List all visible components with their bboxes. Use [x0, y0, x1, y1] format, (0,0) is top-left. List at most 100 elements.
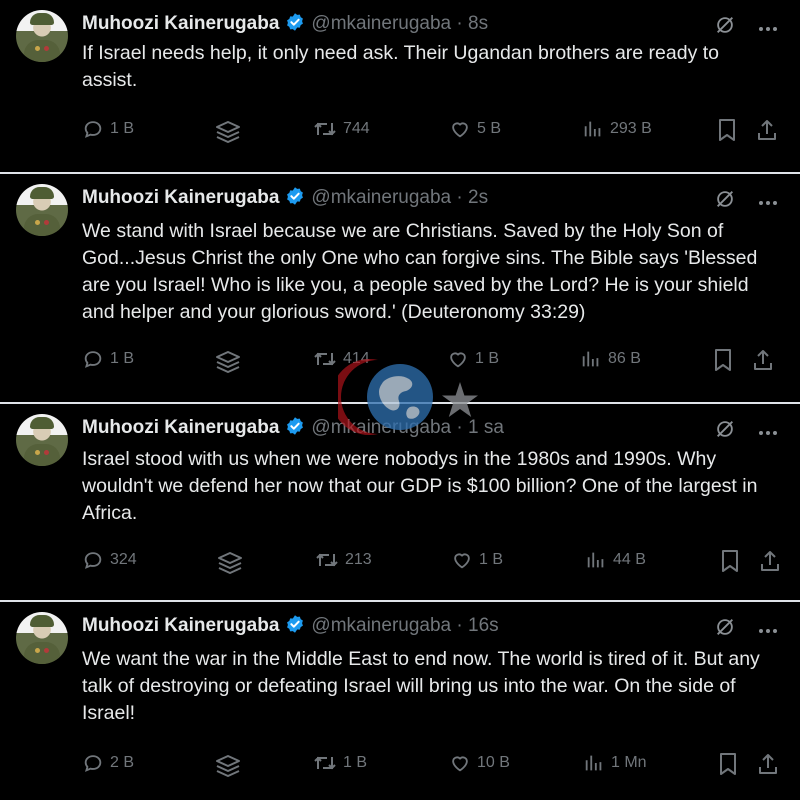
author-name[interactable]: Muhoozi Kainerugaba	[82, 417, 279, 438]
layers-icon	[214, 752, 242, 780]
retweet-button[interactable]: 213	[315, 549, 372, 571]
layers-button[interactable]	[214, 118, 242, 146]
author-name[interactable]: Muhoozi Kainerugaba	[82, 615, 279, 636]
action-bar: 1 B 414 1 B 86 B	[0, 348, 800, 378]
action-bar: 2 B 1 B 10 B 1 Mn	[0, 752, 800, 782]
avatar[interactable]	[16, 612, 68, 664]
views-button[interactable]: 293 B	[582, 118, 652, 140]
reply-count: 2 B	[110, 754, 135, 771]
bookmark-icon	[719, 549, 741, 573]
reply-icon	[82, 348, 104, 370]
retweet-icon	[313, 118, 337, 140]
retweet-icon	[313, 752, 337, 774]
like-icon	[449, 752, 471, 774]
reply-button[interactable]: 324	[82, 549, 137, 571]
author-name[interactable]: Muhoozi Kainerugaba	[82, 187, 279, 208]
like-count: 5 B	[477, 120, 502, 137]
views-icon	[583, 752, 605, 774]
views-count: 293 B	[610, 120, 652, 137]
author-handle[interactable]: @mkainerugaba	[311, 187, 451, 208]
tweet-header: Muhoozi Kainerugaba @mkainerugaba · 16s	[82, 614, 499, 641]
grok-icon[interactable]	[714, 418, 736, 445]
author-name[interactable]: Muhoozi Kainerugaba	[82, 13, 279, 34]
views-button[interactable]: 86 B	[580, 348, 641, 370]
verified-badge-icon	[285, 416, 305, 443]
more-icon[interactable]	[758, 19, 778, 37]
tweet-header: Muhoozi Kainerugaba @mkainerugaba · 2s	[82, 186, 488, 213]
action-bar: 1 B 744 5 B 293 B	[0, 118, 800, 148]
avatar[interactable]	[16, 414, 68, 466]
layers-button[interactable]	[214, 752, 242, 780]
like-count: 1 B	[479, 551, 504, 568]
author-handle[interactable]: @mkainerugaba	[311, 615, 451, 636]
reply-icon	[82, 118, 104, 140]
more-icon[interactable]	[758, 621, 778, 639]
reply-count: 324	[110, 551, 137, 568]
tweet-header: Muhoozi Kainerugaba @mkainerugaba · 8s	[82, 12, 488, 39]
grok-icon[interactable]	[714, 14, 736, 41]
bookmark-button[interactable]	[712, 348, 734, 372]
tweet-1[interactable]: Muhoozi Kainerugaba @mkainerugaba · 8s If…	[0, 0, 800, 172]
separator-dot: ·	[456, 187, 463, 208]
layers-button[interactable]	[216, 549, 244, 577]
bookmark-icon	[717, 752, 739, 776]
reply-icon	[82, 752, 104, 774]
avatar[interactable]	[16, 184, 68, 236]
more-icon[interactable]	[758, 423, 778, 441]
like-button[interactable]: 1 B	[447, 348, 499, 370]
more-icon[interactable]	[758, 193, 778, 211]
layers-icon	[216, 549, 244, 577]
grok-icon[interactable]	[714, 616, 736, 643]
timestamp[interactable]: 1 sa	[468, 417, 504, 438]
retweet-button[interactable]: 1 B	[313, 752, 367, 774]
timestamp[interactable]: 2s	[468, 187, 488, 208]
retweet-button[interactable]: 414	[313, 348, 370, 370]
like-button[interactable]: 1 B	[451, 549, 503, 571]
like-button[interactable]: 10 B	[449, 752, 510, 774]
retweet-count: 414	[343, 350, 370, 367]
grok-icon[interactable]	[714, 188, 736, 215]
share-button[interactable]	[756, 118, 778, 142]
timestamp[interactable]: 16s	[468, 615, 499, 636]
views-icon	[585, 549, 607, 571]
timestamp[interactable]: 8s	[468, 13, 488, 34]
layers-icon	[214, 118, 242, 146]
retweet-count: 744	[343, 120, 370, 137]
views-button[interactable]: 1 Mn	[583, 752, 647, 774]
reply-button[interactable]: 2 B	[82, 752, 134, 774]
like-count: 10 B	[477, 754, 510, 771]
bookmark-icon	[712, 348, 734, 372]
avatar[interactable]	[16, 10, 68, 62]
share-button[interactable]	[757, 752, 779, 776]
bookmark-button[interactable]	[717, 752, 739, 776]
views-button[interactable]: 44 B	[585, 549, 646, 571]
share-button[interactable]	[759, 549, 781, 573]
author-handle[interactable]: @mkainerugaba	[311, 13, 451, 34]
retweet-button[interactable]: 744	[313, 118, 370, 140]
bookmark-button[interactable]	[719, 549, 741, 573]
tweet-header: Muhoozi Kainerugaba @mkainerugaba · 1 sa	[82, 416, 504, 443]
separator-dot: ·	[456, 615, 463, 636]
layers-button[interactable]	[214, 348, 242, 376]
tweet-3[interactable]: Muhoozi Kainerugaba @mkainerugaba · 1 sa …	[0, 404, 800, 600]
share-icon	[752, 348, 774, 372]
reply-button[interactable]: 1 B	[82, 348, 134, 370]
bookmark-button[interactable]	[716, 118, 738, 142]
tweet-2[interactable]: Muhoozi Kainerugaba @mkainerugaba · 2s We…	[0, 174, 800, 402]
views-count: 1 Mn	[611, 754, 647, 771]
views-count: 44 B	[613, 551, 646, 568]
reply-count: 1 B	[110, 350, 135, 367]
author-handle[interactable]: @mkainerugaba	[311, 417, 451, 438]
views-count: 86 B	[608, 350, 641, 367]
tweet-text: If Israel needs help, it only need ask. …	[82, 42, 720, 91]
layers-icon	[214, 348, 242, 376]
reply-button[interactable]: 1 B	[82, 118, 134, 140]
share-icon	[759, 549, 781, 573]
like-button[interactable]: 5 B	[449, 118, 501, 140]
share-button[interactable]	[752, 348, 774, 372]
like-icon	[451, 549, 473, 571]
retweet-icon	[313, 348, 337, 370]
tweet-4[interactable]: Muhoozi Kainerugaba @mkainerugaba · 16s W…	[0, 602, 800, 800]
views-icon	[582, 118, 604, 140]
bookmark-icon	[716, 118, 738, 142]
